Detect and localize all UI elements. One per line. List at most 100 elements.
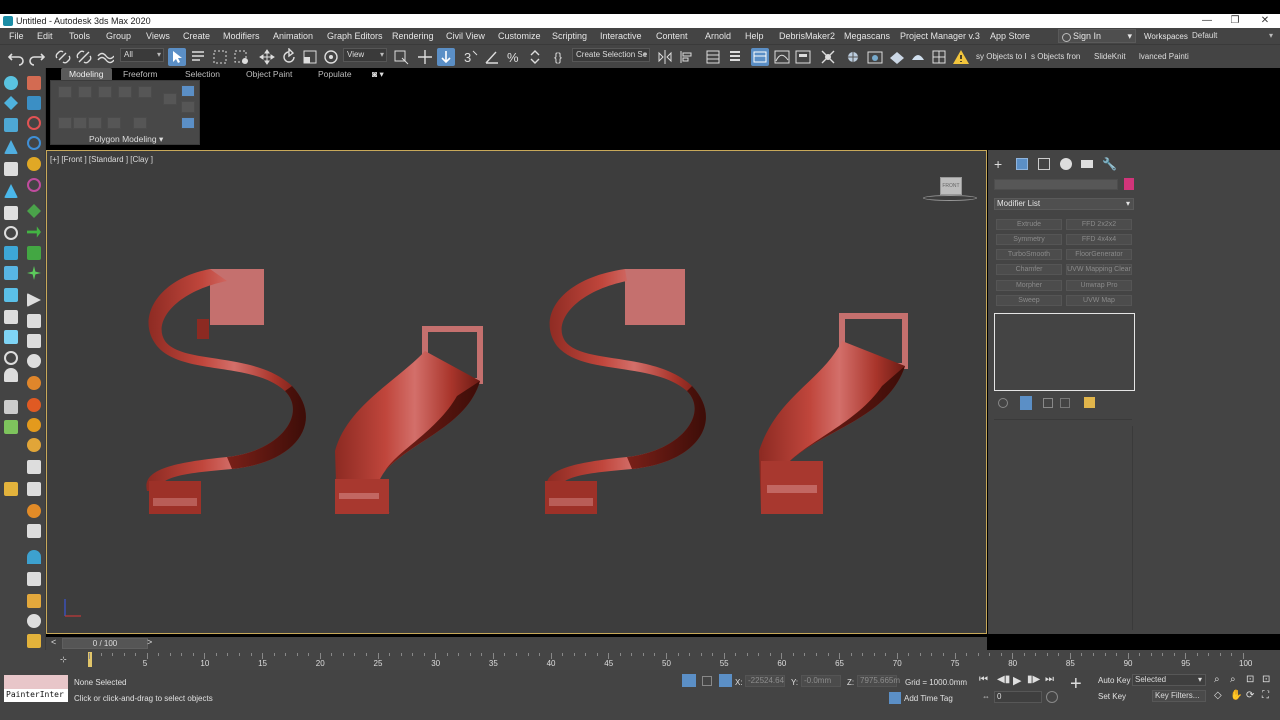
ribbon-border-icon[interactable]: [98, 86, 112, 98]
align-icon[interactable]: [678, 48, 696, 66]
plane-icon[interactable]: [4, 288, 18, 302]
ribbon-element-icon[interactable]: [138, 86, 152, 98]
display-tab-icon[interactable]: [1081, 160, 1093, 168]
auto-key-button[interactable]: Auto Key: [1098, 676, 1130, 685]
warning-icon[interactable]: [952, 48, 970, 66]
pin-stack-icon[interactable]: [998, 398, 1008, 408]
bind-spacewarp-icon[interactable]: [96, 48, 114, 66]
key-filters-button[interactable]: Key Filters...: [1152, 690, 1206, 702]
angle-snap-icon[interactable]: [483, 48, 501, 66]
pivot-center-icon[interactable]: [392, 48, 410, 66]
advanced-painting-button[interactable]: lvanced Painti: [1139, 52, 1189, 61]
floorgenerator-button[interactable]: FloorGenerator: [1066, 249, 1132, 260]
menu-scripting[interactable]: Scripting: [552, 31, 587, 41]
arrow-right-icon[interactable]: [27, 226, 41, 238]
bowl-icon[interactable]: [27, 614, 41, 628]
modifier-list-dropdown[interactable]: Modifier List: [994, 198, 1134, 210]
mirror-icon[interactable]: [656, 48, 674, 66]
tab-object-paint[interactable]: Object Paint: [246, 68, 292, 80]
menu-edit[interactable]: Edit: [37, 31, 53, 41]
menu-rendering[interactable]: Rendering: [392, 31, 434, 41]
object-name-field[interactable]: [994, 179, 1118, 190]
extrude-button[interactable]: Extrude: [996, 219, 1062, 230]
fire-large-icon[interactable]: [27, 398, 41, 412]
selection-filter-dropdown[interactable]: All: [120, 48, 164, 62]
menu-project-manager[interactable]: Project Manager v.3: [900, 31, 980, 41]
field-of-view-icon[interactable]: ◇: [1214, 690, 1222, 701]
render-teapot-icon[interactable]: [909, 48, 927, 66]
create-torus-icon[interactable]: [27, 116, 41, 130]
pause-icon[interactable]: [27, 314, 41, 328]
zoom-icon[interactable]: ⌕: [1214, 674, 1220, 685]
tube-icon[interactable]: [4, 330, 18, 344]
create-box-icon[interactable]: [27, 76, 41, 90]
scale-icon[interactable]: [301, 48, 319, 66]
menu-animation[interactable]: Animation: [273, 31, 313, 41]
stand-icon[interactable]: [27, 354, 41, 368]
menu-customize[interactable]: Customize: [498, 31, 541, 41]
ribbon-use-softsel-icon[interactable]: [181, 117, 195, 129]
explosion-icon[interactable]: [27, 418, 41, 432]
tree-icon[interactable]: [4, 140, 18, 154]
grid-tool-icon[interactable]: [4, 400, 18, 414]
rotate-icon[interactable]: [280, 48, 298, 66]
set-key-button[interactable]: Set Key: [1098, 692, 1126, 701]
liquid-icon[interactable]: [27, 550, 41, 564]
go-to-end-icon[interactable]: ⏭: [1045, 674, 1054, 685]
shadow-icon[interactable]: [4, 351, 18, 365]
unwrap-pro-button[interactable]: Unwrap Pro: [1066, 280, 1132, 291]
layers-icon[interactable]: [4, 420, 18, 434]
ribbon-modify-mode-icon[interactable]: [58, 117, 72, 129]
window-crossing-icon[interactable]: [232, 48, 250, 66]
x-coordinate-field[interactable]: -22524.64: [745, 675, 785, 687]
sun-icon[interactable]: [4, 96, 18, 110]
motion-tab-icon[interactable]: [1060, 158, 1072, 170]
ribbon-preview-icon[interactable]: [181, 85, 195, 97]
maximize-viewport-icon[interactable]: ⛶: [1262, 690, 1269, 701]
percent-snap-icon[interactable]: %: [505, 48, 523, 66]
tab-selection[interactable]: Selection: [185, 68, 220, 80]
script-button-1[interactable]: sy Objects to I: [976, 52, 1026, 61]
slideknit-button[interactable]: SlideKnit: [1094, 52, 1126, 61]
cylinder-icon[interactable]: [4, 266, 18, 280]
mug-icon[interactable]: [27, 594, 41, 608]
green-plane-icon[interactable]: [27, 246, 41, 260]
time-next-arrow-icon[interactable]: >: [147, 637, 152, 647]
track-bar-toggle-icon[interactable]: ⊹: [60, 655, 67, 664]
render-grid-icon[interactable]: [930, 48, 948, 66]
spiral-stair-3[interactable]: [545, 269, 706, 514]
lamp-icon[interactable]: [27, 634, 41, 648]
viewcube-compass[interactable]: [923, 195, 977, 201]
object-color-swatch[interactable]: [1124, 178, 1134, 190]
tab-populate[interactable]: Populate: [318, 68, 352, 80]
redo-icon[interactable]: [28, 48, 46, 66]
ribbon-subobject-icon[interactable]: [107, 117, 121, 129]
stop-icon[interactable]: [27, 334, 41, 348]
time-slider-thumb[interactable]: 0 / 100: [62, 638, 148, 649]
keyboard-shortcut-override-icon[interactable]: [437, 48, 455, 66]
isolate-selection-icon[interactable]: [682, 674, 696, 687]
key-mode-dropdown[interactable]: Selected ▾: [1132, 674, 1206, 686]
menu-modifiers[interactable]: Modifiers: [223, 31, 260, 41]
material-editor-icon[interactable]: [819, 48, 837, 66]
spiral-stair-1[interactable]: [146, 269, 306, 514]
pan-icon[interactable]: ✋: [1230, 690, 1242, 701]
bulb-icon[interactable]: [4, 76, 18, 90]
orbit-icon[interactable]: ⟳: [1246, 690, 1254, 701]
menu-help[interactable]: Help: [745, 31, 764, 41]
named-selection-dropdown[interactable]: Create Selection Se: [572, 48, 650, 62]
absolute-mode-icon[interactable]: [719, 674, 732, 687]
z-coordinate-field[interactable]: 7975.665m: [857, 675, 900, 687]
remove-modifier-icon[interactable]: [1060, 398, 1070, 408]
close-button[interactable]: ✕: [1250, 14, 1280, 28]
text-icon[interactable]: [4, 162, 18, 176]
menu-create[interactable]: Create: [183, 31, 210, 41]
scene-explorer-icon[interactable]: [704, 48, 722, 66]
render-box-icon[interactable]: [4, 310, 18, 324]
smoke-icon[interactable]: [27, 438, 41, 452]
add-time-tag-button[interactable]: Add Time Tag: [904, 694, 953, 703]
schematic-view-icon[interactable]: [794, 48, 812, 66]
rendered-frame-window-icon[interactable]: [866, 48, 884, 66]
debris-icon[interactable]: [27, 460, 41, 474]
menu-debrismaker[interactable]: DebrisMaker2: [779, 31, 835, 41]
